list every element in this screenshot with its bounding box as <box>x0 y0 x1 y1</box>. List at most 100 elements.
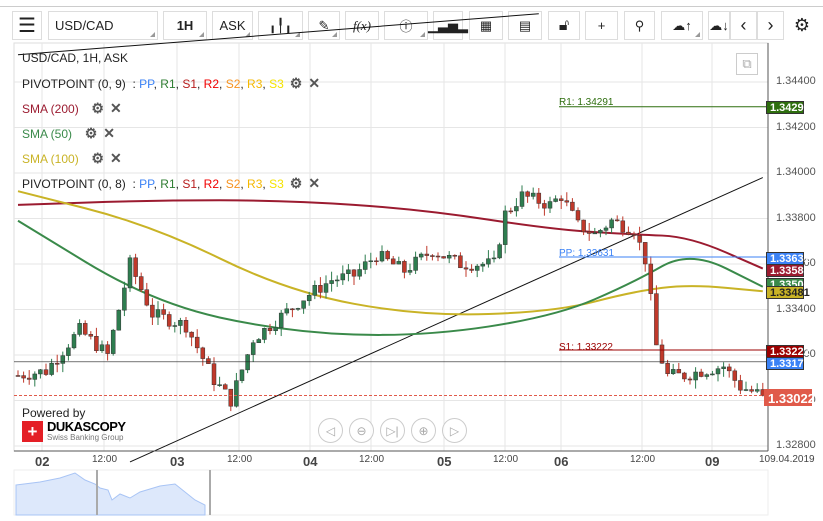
candle-body <box>698 371 704 377</box>
s1-label: S1: 1.33222 <box>559 342 613 353</box>
brand-tagline: Swiss Banking Group <box>47 433 124 442</box>
candle-body <box>738 380 743 391</box>
candle-body <box>508 210 514 213</box>
legend-title: USD/CAD, 1H, ASK <box>22 51 129 65</box>
candle-body <box>407 270 413 273</box>
sma50-label: SMA (50) <box>22 126 73 141</box>
candle-body <box>374 260 379 263</box>
gear-icon[interactable]: ⚙ <box>91 100 104 117</box>
x-tick-label: 12:00 <box>227 454 253 465</box>
candle-body <box>435 255 441 258</box>
candle-body <box>469 268 474 271</box>
candle-body <box>379 251 385 262</box>
candle-body <box>682 372 687 380</box>
gear-icon[interactable]: ⚙ <box>85 125 98 142</box>
go-to-end-button[interactable]: ▷| <box>380 418 405 443</box>
close-icon[interactable]: ✕ <box>110 100 122 117</box>
pivot-part-s3: S3 <box>269 176 284 191</box>
candle-body <box>105 344 110 354</box>
sma200-label: SMA (200) <box>22 101 79 116</box>
candle-body <box>21 375 26 379</box>
candle-body <box>217 384 222 386</box>
candle-body <box>54 363 60 365</box>
legend-pivot-9: PIVOTPOINT (0, 9) : PP, R1, S1, R2, S2, … <box>22 75 321 92</box>
zoom-out-button[interactable]: ⊖ <box>349 418 374 443</box>
x-tick-label: 02 <box>35 454 50 469</box>
candle-body <box>295 308 301 310</box>
candle-body <box>626 231 631 235</box>
candle-body <box>687 378 693 381</box>
gear-icon[interactable]: ⚙ <box>290 75 303 92</box>
candle-body <box>329 280 334 284</box>
candle-body <box>693 371 698 381</box>
plot-area <box>13 42 769 452</box>
candle-body <box>586 231 592 234</box>
candle-body <box>99 344 105 351</box>
candle-body <box>239 369 245 381</box>
gear-icon[interactable]: ⚙ <box>290 175 303 192</box>
scroll-left-button[interactable]: ◁ <box>318 418 343 443</box>
candle-body <box>340 273 346 281</box>
candle <box>654 285 659 346</box>
candle-body <box>183 320 189 333</box>
candle-body <box>290 308 295 311</box>
zoom-out-icon: ⊖ <box>356 423 367 438</box>
candle-body <box>334 279 340 282</box>
pivot-part-s2: S2 <box>225 176 241 191</box>
pivot-part-r1: R1 <box>160 76 176 91</box>
candle-body <box>654 293 659 346</box>
last-price-badge: 1.33022 <box>764 389 815 406</box>
candle-body <box>715 368 721 375</box>
x-tick-label: 12:00 <box>493 454 519 465</box>
powered-by-text: Powered by <box>22 406 86 420</box>
candle-body <box>390 258 396 265</box>
zoom-in-icon: ⊕ <box>418 423 429 438</box>
pivot-part-r3: R3 <box>247 76 263 91</box>
close-icon[interactable]: ✕ <box>110 150 122 167</box>
candle-body <box>525 191 530 197</box>
candle-body <box>133 257 138 277</box>
close-icon[interactable]: ✕ <box>103 125 115 142</box>
candle-body <box>519 191 525 207</box>
sma100-badge: 1.33481 <box>766 286 810 299</box>
candle-body <box>88 334 94 337</box>
scroll-right-button[interactable]: ▷ <box>442 418 467 443</box>
candle-body <box>32 373 38 380</box>
close-icon[interactable]: ✕ <box>308 175 320 192</box>
gear-icon[interactable]: ⚙ <box>91 150 104 167</box>
x-tick-label: 09 <box>705 454 720 469</box>
candle-body <box>222 384 228 390</box>
sma200-badge: 1.33580 <box>766 264 810 277</box>
candle-body <box>648 263 654 294</box>
pivot-part-s2: S2 <box>225 76 241 91</box>
candle-body <box>402 261 407 273</box>
candle-body <box>306 295 312 302</box>
candle <box>116 309 122 331</box>
candle-body <box>575 210 581 221</box>
pivot-part-r3: R3 <box>247 176 263 191</box>
candle-body <box>592 232 598 235</box>
y-tick-label: 1.32800 <box>776 439 816 451</box>
candle-body <box>463 267 469 270</box>
candle <box>441 256 446 259</box>
close-icon[interactable]: ✕ <box>308 75 320 92</box>
candle-body <box>726 366 732 372</box>
candle-body <box>446 254 452 259</box>
candle-body <box>43 369 49 375</box>
y-tick-label: 1.34000 <box>776 166 816 178</box>
candle-body <box>502 210 508 245</box>
candle-body <box>368 260 374 263</box>
candle-body <box>754 389 760 392</box>
candle-body <box>631 234 637 236</box>
triangle-left-icon: ◁ <box>325 423 336 438</box>
zoom-in-button[interactable]: ⊕ <box>411 418 436 443</box>
popout-button[interactable]: ⧉ <box>736 53 758 75</box>
candle-body <box>155 309 161 318</box>
candle-body <box>262 328 267 340</box>
legend-sma50: SMA (50) ⚙ ✕ <box>22 125 115 142</box>
candle-body <box>564 200 570 203</box>
navigator[interactable] <box>13 469 769 516</box>
candle-body <box>396 261 402 265</box>
candle-body <box>278 312 284 328</box>
pivot-part-s1: S1 <box>182 176 197 191</box>
